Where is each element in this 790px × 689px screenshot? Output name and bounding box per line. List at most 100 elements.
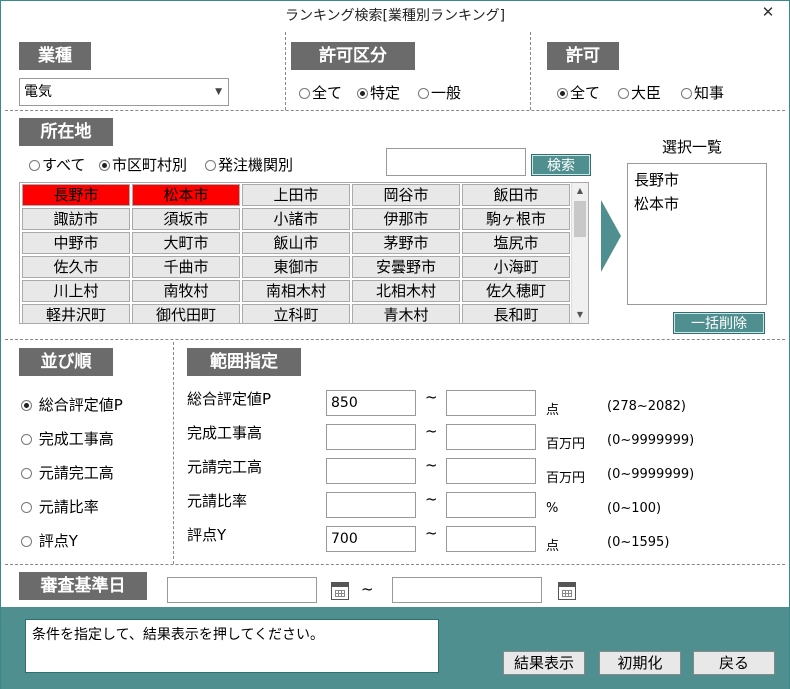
city-cell[interactable]: 川上村 xyxy=(22,280,130,302)
divider xyxy=(173,342,174,564)
radio-label: 大臣 xyxy=(631,84,662,102)
selection-list-item[interactable]: 長野市 xyxy=(634,168,760,192)
range-unit: 点 xyxy=(546,539,560,554)
city-cell[interactable]: 岡谷市 xyxy=(352,184,460,206)
city-cell[interactable]: 飯山市 xyxy=(242,232,350,254)
city-cell[interactable]: 東御市 xyxy=(242,256,350,278)
range-tilde: ~ xyxy=(425,456,438,474)
city-cell[interactable]: 飯田市 xyxy=(462,184,570,206)
range-from-input[interactable] xyxy=(326,492,416,518)
city-cell[interactable]: 長野市 xyxy=(22,184,130,206)
range-from-input[interactable] xyxy=(326,424,416,450)
selection-list[interactable]: 長野市 松本市 xyxy=(627,163,767,305)
city-cell[interactable]: 長和町 xyxy=(462,304,570,323)
city-cell[interactable]: 上田市 xyxy=(242,184,350,206)
range-from-input[interactable]: 700 xyxy=(326,526,416,552)
radio-label: 市区町村別 xyxy=(112,156,188,174)
gyoshu-selected-value: 電気 xyxy=(24,84,52,100)
kyoka-kubun-radio-ippan[interactable]: 一般 xyxy=(418,82,461,103)
close-icon[interactable]: ✕ xyxy=(755,2,781,23)
sort-radio-kansei[interactable]: 完成工事高 xyxy=(21,428,114,449)
kyoka-kubun-header: 許可区分 xyxy=(291,42,415,70)
city-cell[interactable]: 安曇野市 xyxy=(352,256,460,278)
shozaichi-radio-agency[interactable]: 発注機関別 xyxy=(205,154,293,175)
sort-radio-motouke[interactable]: 元請完工高 xyxy=(21,462,114,483)
radio-label: 元請完工高 xyxy=(38,464,114,482)
range-unit: 点 xyxy=(546,403,560,418)
divider xyxy=(285,32,286,110)
city-cell[interactable]: 北相木村 xyxy=(352,280,460,302)
clear-all-button[interactable]: 一括削除 xyxy=(673,312,765,334)
range-from-input[interactable]: 850 xyxy=(326,390,416,416)
city-cell[interactable]: 茅野市 xyxy=(352,232,460,254)
chevron-up-icon[interactable]: ▲ xyxy=(572,183,588,199)
calendar-icon[interactable] xyxy=(558,582,576,600)
reset-button[interactable]: 初期化 xyxy=(599,651,681,675)
city-cell[interactable]: 立科町 xyxy=(242,304,350,323)
city-cell[interactable]: 伊那市 xyxy=(352,208,460,230)
review-date-header: 審査基準日 xyxy=(19,572,147,600)
radio-label: 知事 xyxy=(694,84,725,102)
back-button[interactable]: 戻る xyxy=(693,651,775,675)
range-to-input[interactable] xyxy=(446,390,536,416)
shozaichi-radio-city[interactable]: 市区町村別 xyxy=(99,154,187,175)
calendar-icon[interactable] xyxy=(331,582,349,600)
ranking-search-window: ランキング検索[業種別ランキング] ✕ 業種 電気 ▼ 許可区分 全て 特定 一… xyxy=(0,0,790,689)
selection-list-item[interactable]: 松本市 xyxy=(634,192,760,216)
search-button[interactable]: 検索 xyxy=(531,154,591,176)
city-cell[interactable]: 須坂市 xyxy=(132,208,240,230)
city-cell[interactable]: 青木村 xyxy=(352,304,460,323)
range-to-input[interactable] xyxy=(446,424,536,450)
sort-radio-y[interactable]: 評点Y xyxy=(21,530,78,551)
radio-label: 全て xyxy=(570,84,601,102)
sort-radio-p[interactable]: 総合評定値P xyxy=(21,394,123,415)
range-unit: % xyxy=(546,501,559,516)
city-cell[interactable]: 駒ヶ根市 xyxy=(462,208,570,230)
radio-icon xyxy=(681,88,692,99)
kyoka-radio-daijin[interactable]: 大臣 xyxy=(618,82,661,103)
radio-checked-icon xyxy=(557,88,568,99)
city-cell[interactable]: 松本市 xyxy=(132,184,240,206)
city-cell[interactable]: 大町市 xyxy=(132,232,240,254)
kyoka-kubun-radio-tokutei[interactable]: 特定 xyxy=(357,82,400,103)
review-date-to-input[interactable] xyxy=(392,577,542,603)
kyoka-radio-all[interactable]: 全て xyxy=(557,82,600,103)
range-tilde: ~ xyxy=(425,422,438,440)
city-cell[interactable]: 佐久穂町 xyxy=(462,280,570,302)
city-cell[interactable]: 中野市 xyxy=(22,232,130,254)
range-hint: (0~1595) xyxy=(607,535,670,550)
radio-icon xyxy=(21,536,32,547)
radio-icon xyxy=(299,88,310,99)
scroll-thumb[interactable] xyxy=(574,201,586,237)
shozaichi-header: 所在地 xyxy=(19,118,113,146)
shozaichi-search-input[interactable] xyxy=(386,148,526,176)
range-to-input[interactable] xyxy=(446,458,536,484)
city-cell[interactable]: 小海町 xyxy=(462,256,570,278)
range-from-input[interactable] xyxy=(326,458,416,484)
scrollbar[interactable]: ▲ ▼ xyxy=(571,183,588,323)
chevron-down-icon[interactable]: ▼ xyxy=(572,307,588,323)
gyoshu-header: 業種 xyxy=(19,42,91,70)
gyoshu-select[interactable]: 電気 ▼ xyxy=(19,78,229,106)
kyoka-kubun-radio-all[interactable]: 全て xyxy=(299,82,342,103)
range-to-input[interactable] xyxy=(446,492,536,518)
city-cell[interactable]: 御代田町 xyxy=(132,304,240,323)
city-cell[interactable]: 南相木村 xyxy=(242,280,350,302)
radio-checked-icon xyxy=(99,160,110,171)
city-cell[interactable]: 千曲市 xyxy=(132,256,240,278)
sort-radio-ratio[interactable]: 元請比率 xyxy=(21,496,99,517)
range-label: 評点Y xyxy=(187,526,227,544)
show-results-button[interactable]: 結果表示 xyxy=(503,651,585,675)
city-cell[interactable]: 軽井沢町 xyxy=(22,304,130,323)
kyoka-radio-chiji[interactable]: 知事 xyxy=(681,82,724,103)
city-cell[interactable]: 小諸市 xyxy=(242,208,350,230)
sort-header: 並び順 xyxy=(19,348,113,376)
radio-label: 発注機関別 xyxy=(218,156,294,174)
city-cell[interactable]: 諏訪市 xyxy=(22,208,130,230)
city-cell[interactable]: 塩尻市 xyxy=(462,232,570,254)
city-cell[interactable]: 南牧村 xyxy=(132,280,240,302)
range-to-input[interactable] xyxy=(446,526,536,552)
review-date-from-input[interactable] xyxy=(167,577,317,603)
shozaichi-radio-all[interactable]: すべて xyxy=(29,154,85,175)
city-cell[interactable]: 佐久市 xyxy=(22,256,130,278)
